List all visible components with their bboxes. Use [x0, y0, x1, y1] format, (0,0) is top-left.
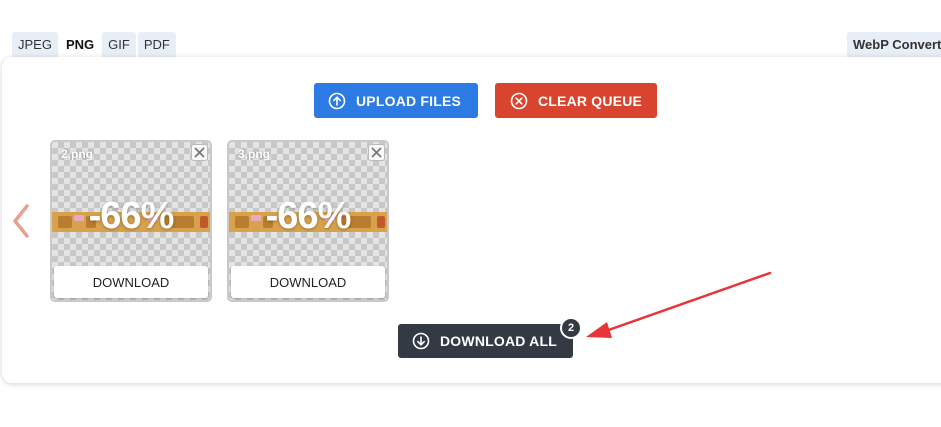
compression-percent: -66%	[265, 195, 352, 237]
tab-gif[interactable]: GIF	[102, 32, 136, 57]
clear-queue-button[interactable]: CLEAR QUEUE	[495, 83, 657, 118]
previous-arrow[interactable]	[10, 203, 32, 239]
remove-file-button[interactable]	[368, 144, 385, 161]
download-all-label: DOWNLOAD ALL	[440, 333, 557, 349]
tab-png[interactable]: PNG	[59, 32, 101, 57]
format-tabs: JPEG PNG GIF PDF	[12, 32, 176, 57]
remove-file-button[interactable]	[191, 144, 208, 161]
file-name: 3.png	[238, 147, 270, 161]
compressor-panel: UPLOAD FILES CLEAR QUEUE 2.png -66% DOWN…	[2, 57, 941, 383]
arrow-up-circle-icon	[328, 92, 346, 110]
webp-tab-label: WebP Converter	[853, 37, 941, 52]
download-button[interactable]: DOWNLOAD	[54, 266, 208, 298]
tab-webp-converter[interactable]: WebP Converter	[847, 32, 941, 57]
upload-files-label: UPLOAD FILES	[356, 92, 462, 109]
download-button[interactable]: DOWNLOAD	[231, 266, 385, 298]
upload-files-button[interactable]: UPLOAD FILES	[314, 83, 478, 118]
file-name: 2.png	[61, 147, 93, 161]
arrow-down-circle-icon	[412, 332, 430, 350]
close-icon	[371, 147, 382, 158]
file-card: 2.png -66% DOWNLOAD	[50, 140, 212, 302]
page: JPEG PNG GIF PDF WebP Converter UPLOAD F…	[0, 0, 941, 427]
queue-count-badge: 2	[560, 317, 582, 339]
file-card: 3.png -66% DOWNLOAD	[227, 140, 389, 302]
x-circle-icon	[510, 92, 528, 110]
tab-pdf[interactable]: PDF	[137, 32, 176, 57]
clear-queue-label: CLEAR QUEUE	[538, 92, 643, 109]
download-all-button[interactable]: DOWNLOAD ALL	[398, 324, 573, 358]
compression-percent: -66%	[88, 195, 175, 237]
close-icon	[194, 147, 205, 158]
chevron-left-icon	[13, 204, 29, 238]
tab-jpeg[interactable]: JPEG	[12, 32, 58, 57]
